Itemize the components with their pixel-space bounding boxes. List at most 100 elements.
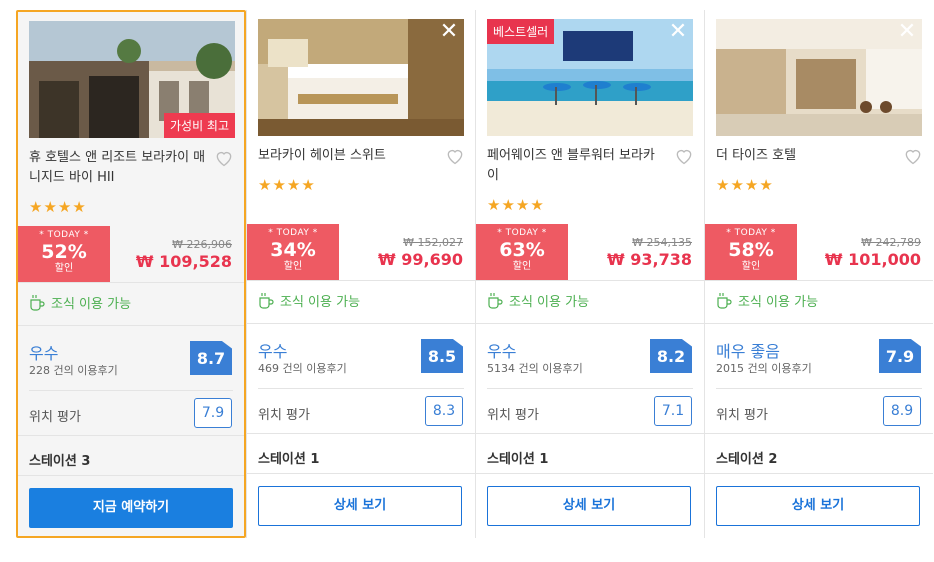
- location-score: 8.3: [425, 396, 463, 426]
- discount-percent: 58%: [728, 239, 774, 261]
- coffee-cup-icon: [259, 292, 274, 309]
- hotel-name[interactable]: 더 타이즈 호텔: [716, 146, 894, 166]
- discount-label: 할인: [512, 261, 532, 272]
- sale-price: ₩ 101,000: [824, 250, 921, 269]
- location-label: 위치 평가: [487, 408, 539, 423]
- divider: [476, 280, 704, 281]
- divider: [18, 325, 244, 326]
- breakfast-info: 조식 이용 가능: [258, 291, 360, 310]
- divider: [247, 433, 475, 434]
- today-label: * TODAY *: [497, 228, 547, 238]
- close-icon[interactable]: ✕: [436, 20, 462, 46]
- heart-icon[interactable]: [445, 146, 465, 166]
- rating-label: 매우 좋음: [716, 342, 780, 361]
- coffee-cup-icon: [30, 294, 45, 311]
- divider: [487, 388, 693, 389]
- rating-label: 우수: [29, 344, 59, 363]
- hotel-name[interactable]: 휴 호텔스 앤 리조트 보라카이 매니지드 바이 HII: [29, 148, 207, 188]
- rating-label: 우수: [258, 342, 288, 361]
- coffee-cup-icon: [488, 292, 503, 309]
- today-deal-badge: * TODAY * 63% 할인: [476, 224, 568, 280]
- location-score: 7.1: [654, 396, 692, 426]
- hotel-photo[interactable]: 가성비 최고: [29, 21, 235, 138]
- discount-label: 할인: [54, 263, 74, 274]
- view-details-button[interactable]: 상세 보기: [716, 486, 920, 526]
- value-badge: 가성비 최고: [163, 113, 235, 138]
- breakfast-info: 조식 이용 가능: [487, 291, 589, 310]
- discount-label: 할인: [283, 261, 303, 272]
- view-details-button[interactable]: 상세 보기: [487, 486, 691, 526]
- sale-price: ₩ 109,528: [135, 252, 232, 271]
- divider: [476, 323, 704, 324]
- station-label: 스테이션 2: [716, 452, 778, 467]
- station-label: 스테이션 3: [29, 454, 91, 469]
- today-deal-badge: * TODAY * 58% 할인: [705, 224, 797, 280]
- location-score: 8.9: [883, 396, 921, 426]
- discount-percent: 63%: [499, 239, 545, 261]
- divider: [18, 282, 244, 283]
- today-label: * TODAY *: [726, 228, 776, 238]
- heart-icon[interactable]: [674, 146, 694, 166]
- hotel-card[interactable]: ✕ 보라카이 헤이븐 스위트 ★★★★ * TODAY * 34% 할인 ₩ 1…: [246, 10, 475, 538]
- review-count[interactable]: 2015 건의 이용후기: [716, 360, 812, 376]
- today-label: * TODAY *: [39, 230, 89, 240]
- breakfast-label: 조식 이용 가능: [51, 297, 132, 312]
- divider: [476, 433, 704, 434]
- hotel-photo[interactable]: ✕: [716, 19, 922, 136]
- divider: [705, 280, 933, 281]
- divider: [705, 433, 933, 434]
- today-deal-badge: * TODAY * 52% 할인: [18, 226, 110, 282]
- divider: [247, 280, 475, 281]
- star-rating: ★★★★: [258, 176, 316, 194]
- location-score: 7.9: [194, 398, 232, 428]
- discount-percent: 52%: [41, 241, 87, 263]
- today-deal-badge: * TODAY * 34% 할인: [247, 224, 339, 280]
- station-label: 스테이션 1: [258, 452, 320, 467]
- breakfast-info: 조식 이용 가능: [29, 293, 131, 312]
- review-count[interactable]: 5134 건의 이용후기: [487, 360, 583, 376]
- review-count[interactable]: 469 건의 이용후기: [258, 360, 347, 376]
- today-label: * TODAY *: [268, 228, 318, 238]
- divider: [705, 323, 933, 324]
- divider: [247, 323, 475, 324]
- coffee-cup-icon: [717, 292, 732, 309]
- review-score: 7.9: [879, 339, 921, 373]
- breakfast-label: 조식 이용 가능: [509, 295, 590, 310]
- sale-price: ₩ 93,738: [607, 250, 692, 269]
- breakfast-info: 조식 이용 가능: [716, 291, 818, 310]
- hotel-card[interactable]: 베스트셀러 ✕ 페어웨이즈 앤 블루워터 보라카이 ★★★★ * TODAY *…: [475, 10, 704, 538]
- view-details-button[interactable]: 상세 보기: [258, 486, 462, 526]
- divider: [18, 435, 244, 436]
- breakfast-label: 조식 이용 가능: [280, 295, 361, 310]
- divider: [18, 475, 244, 476]
- divider: [247, 473, 475, 474]
- breakfast-label: 조식 이용 가능: [738, 295, 819, 310]
- close-icon[interactable]: ✕: [894, 20, 920, 46]
- hotel-card[interactable]: 가성비 최고 휴 호텔스 앤 리조트 보라카이 매니지드 바이 HII ★★★★…: [16, 10, 246, 538]
- location-label: 위치 평가: [258, 408, 310, 423]
- review-count[interactable]: 228 건의 이용후기: [29, 362, 118, 378]
- rating-label: 우수: [487, 342, 517, 361]
- heart-icon[interactable]: [214, 148, 234, 168]
- star-rating: ★★★★: [487, 196, 545, 214]
- star-rating: ★★★★: [716, 176, 774, 194]
- hotel-card[interactable]: ✕ 더 타이즈 호텔 ★★★★ * TODAY * 58% 할인 ₩ 242,7…: [704, 10, 933, 538]
- review-score: 8.7: [190, 341, 232, 375]
- hotel-name[interactable]: 페어웨이즈 앤 블루워터 보라카이: [487, 146, 665, 186]
- divider: [29, 390, 233, 391]
- location-label: 위치 평가: [716, 408, 768, 423]
- original-price: ₩ 152,027: [403, 236, 463, 249]
- heart-icon[interactable]: [903, 146, 923, 166]
- hotel-photo[interactable]: ✕: [258, 19, 464, 136]
- sale-price: ₩ 99,690: [378, 250, 463, 269]
- star-rating: ★★★★: [29, 198, 87, 216]
- discount-label: 할인: [741, 261, 761, 272]
- discount-percent: 34%: [270, 239, 316, 261]
- original-price: ₩ 242,789: [861, 236, 921, 249]
- hotel-name[interactable]: 보라카이 헤이븐 스위트: [258, 146, 436, 166]
- book-now-button[interactable]: 지금 예약하기: [29, 488, 233, 528]
- review-score: 8.5: [421, 339, 463, 373]
- close-icon[interactable]: ✕: [665, 20, 691, 46]
- bestseller-badge: 베스트셀러: [487, 19, 555, 44]
- hotel-photo[interactable]: 베스트셀러 ✕: [487, 19, 693, 136]
